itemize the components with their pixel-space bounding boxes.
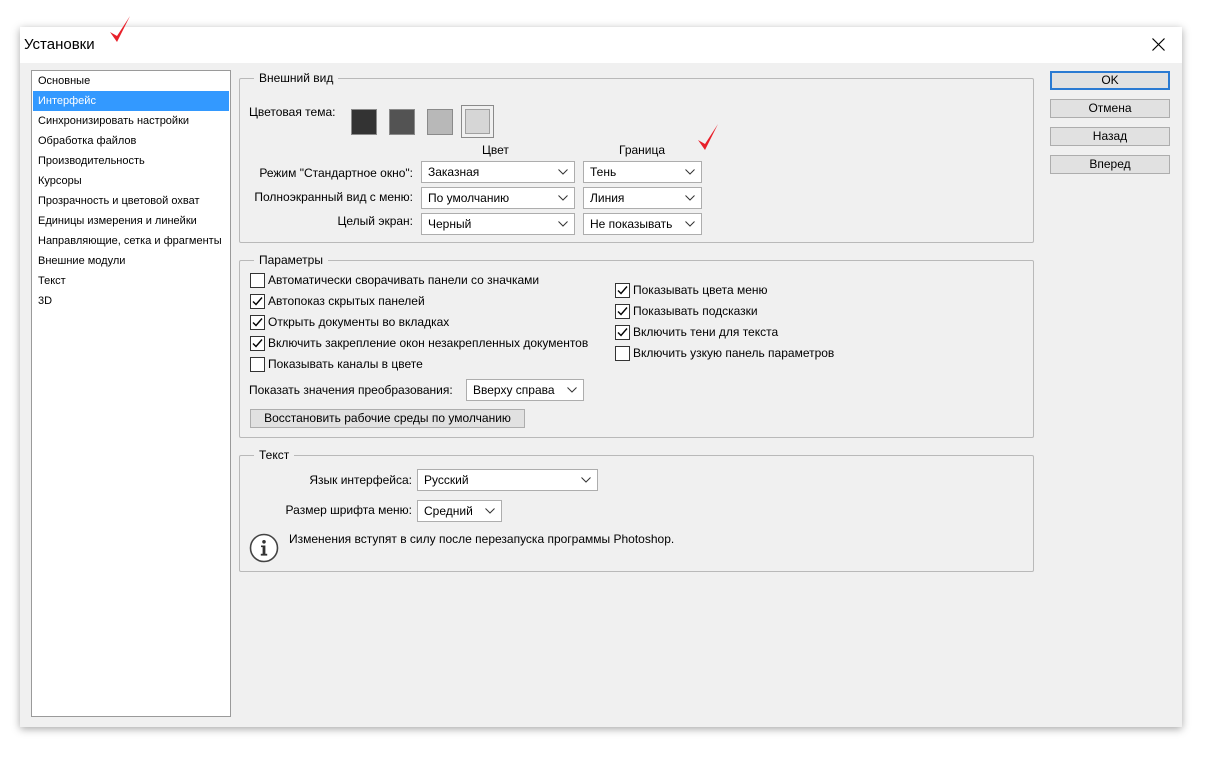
check-icon [617, 328, 628, 337]
standard-window-label: Режим "Стандартное окно": [259, 166, 413, 180]
fullscreen-border-dropdown[interactable]: Не показывать [583, 213, 702, 235]
sidebar-item-plugins[interactable]: Внешние модули [33, 251, 229, 271]
theme-swatch-lightest-fill [465, 109, 490, 134]
text-group: Текст Язык интерфейса: Русский Размер шр… [239, 448, 1034, 572]
options-legend: Параметры [254, 253, 328, 267]
chevron-down-icon [581, 477, 591, 483]
dropdown-value: Линия [590, 191, 625, 205]
checkbox-label[interactable]: Включить узкую панель параметров [633, 346, 834, 360]
close-icon [1152, 38, 1165, 51]
check-icon [617, 286, 628, 295]
checkbox-color-channels[interactable] [250, 357, 265, 372]
checkbox-label[interactable]: Показывать каналы в цвете [268, 357, 423, 371]
color-theme-label: Цветовая тема: [249, 105, 336, 119]
ui-language-dropdown[interactable]: Русский [417, 469, 598, 491]
checkbox-text-shadows[interactable] [615, 325, 630, 340]
sidebar-item-cursors[interactable]: Курсоры [33, 171, 229, 191]
dropdown-value: Тень [590, 165, 617, 179]
sidebar-item-guides[interactable]: Направляющие, сетка и фрагменты [33, 231, 229, 251]
standard-window-border-dropdown[interactable]: Тень [583, 161, 702, 183]
checkbox-tooltips[interactable] [615, 304, 630, 319]
text-legend: Текст [254, 448, 295, 462]
checkbox-label[interactable]: Автопоказ скрытых панелей [268, 294, 425, 308]
chevron-down-icon [567, 387, 577, 393]
ok-button[interactable]: OK [1050, 71, 1170, 90]
theme-swatch-light[interactable] [427, 109, 453, 135]
checkbox-label[interactable]: Включить закрепление окон незакрепленных… [268, 336, 588, 350]
sidebar-item-units[interactable]: Единицы измерения и линейки [33, 211, 229, 231]
chevron-down-icon [558, 195, 568, 201]
transform-values-dropdown[interactable]: Вверху справа [466, 379, 584, 401]
fullscreen-menu-border-dropdown[interactable]: Линия [583, 187, 702, 209]
sidebar-item-sync-settings[interactable]: Синхронизировать настройки [33, 111, 229, 131]
fullscreen-color-dropdown[interactable]: Черный [421, 213, 575, 235]
check-icon [252, 339, 263, 348]
checkbox-narrow-options-bar[interactable] [615, 346, 630, 361]
dropdown-value: Вверху справа [473, 383, 555, 397]
checkbox-open-tabs[interactable] [250, 315, 265, 330]
sidebar-item-transparency[interactable]: Прозрачность и цветовой охват [33, 191, 229, 211]
appearance-group: Внешний вид Цветовая тема: Цвет Граница … [239, 71, 1034, 243]
close-button[interactable] [1136, 27, 1182, 63]
dropdown-value: Средний [424, 504, 473, 518]
fullscreen-label: Целый экран: [337, 214, 414, 228]
chevron-down-icon [685, 221, 695, 227]
checkbox-label[interactable]: Автоматически сворачивать панели со знач… [268, 273, 539, 287]
dropdown-value: Черный [428, 217, 472, 231]
sidebar-item-3d[interactable]: 3D [33, 291, 229, 311]
checkbox-label[interactable]: Показывать цвета меню [633, 283, 768, 297]
check-icon [617, 307, 628, 316]
transform-values-label: Показать значения преобразования: [249, 383, 453, 397]
check-icon [252, 318, 263, 327]
checkbox-auto-collapse[interactable] [250, 273, 265, 288]
dropdown-value: Заказная [428, 165, 480, 179]
options-group: Параметры Автоматически сворачивать пане… [239, 253, 1034, 438]
fullscreen-menu-label: Полноэкранный вид с меню: [254, 190, 413, 204]
info-icon [249, 533, 279, 563]
sidebar-item-interface[interactable]: Интерфейс [33, 91, 229, 111]
red-checkmark-icon [698, 124, 718, 150]
sidebar-item-type[interactable]: Текст [33, 271, 229, 291]
chevron-down-icon [558, 169, 568, 175]
restart-notice: Изменения вступят в силу после перезапус… [289, 532, 675, 546]
forward-button[interactable]: Вперед [1050, 155, 1170, 174]
chevron-down-icon [685, 169, 695, 175]
ui-language-label: Язык интерфейса: [309, 473, 412, 487]
chevron-down-icon [685, 195, 695, 201]
back-button[interactable]: Назад [1050, 127, 1170, 146]
restore-workspaces-button[interactable]: Восстановить рабочие среды по умолчанию [250, 409, 525, 428]
menu-font-size-dropdown[interactable]: Средний [417, 500, 502, 522]
dropdown-value: Русский [424, 473, 469, 487]
theme-swatch-darkest[interactable] [351, 109, 377, 135]
sidebar-item-general[interactable]: Основные [33, 71, 229, 91]
title-bar: Установки [20, 16, 1182, 63]
sidebar-item-file-handling[interactable]: Обработка файлов [33, 131, 229, 151]
chevron-down-icon [558, 221, 568, 227]
window-title: Установки [24, 36, 95, 53]
theme-swatch-dark[interactable] [389, 109, 415, 135]
category-list: Основные Интерфейс Синхронизировать наст… [31, 70, 231, 717]
chevron-down-icon [485, 508, 495, 514]
checkbox-label[interactable]: Открыть документы во вкладках [268, 315, 449, 329]
checkbox-label[interactable]: Включить тени для текста [633, 325, 778, 339]
cancel-button[interactable]: Отмена [1050, 99, 1170, 118]
theme-swatch-lightest-selected[interactable] [461, 105, 494, 138]
menu-font-size-label: Размер шрифта меню: [285, 503, 412, 517]
dropdown-value: Не показывать [590, 217, 673, 231]
checkbox-auto-show-panels[interactable] [250, 294, 265, 309]
appearance-legend: Внешний вид [254, 71, 339, 85]
column-header-color: Цвет [482, 143, 509, 157]
column-header-border: Граница [619, 143, 666, 157]
red-checkmark-icon [110, 16, 130, 42]
checkbox-menu-colors[interactable] [615, 283, 630, 298]
sidebar-item-performance[interactable]: Производительность [33, 151, 229, 171]
preferences-dialog: Установки Основные Интерфейс Синхронизир… [20, 16, 1182, 727]
check-icon [252, 297, 263, 306]
standard-window-color-dropdown[interactable]: Заказная [421, 161, 575, 183]
dropdown-value: По умолчанию [428, 191, 510, 205]
fullscreen-menu-color-dropdown[interactable]: По умолчанию [421, 187, 575, 209]
checkbox-label[interactable]: Показывать подсказки [633, 304, 758, 318]
checkbox-dock-floating[interactable] [250, 336, 265, 351]
